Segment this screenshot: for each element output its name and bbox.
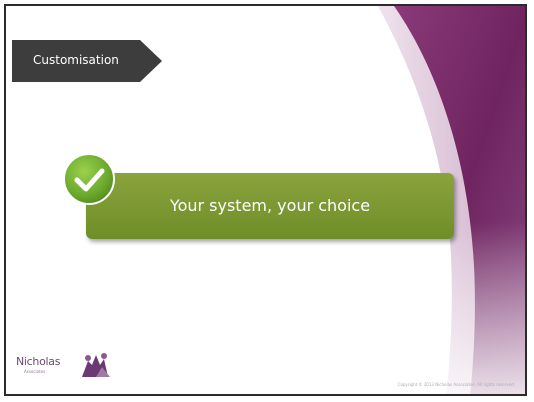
logo-name: Nicholas xyxy=(16,355,61,368)
logo-subtitle: Associates xyxy=(24,369,46,374)
slide: Customisation Your system, your choice N… xyxy=(4,4,527,396)
copyright-text: Copyright © 2013 Nicholas Associates. Al… xyxy=(397,382,515,387)
callout-bar: Your system, your choice xyxy=(86,173,454,239)
callout-text: Your system, your choice xyxy=(169,196,371,215)
checkmark-icon xyxy=(63,153,115,205)
people-logo-icon xyxy=(82,353,110,377)
section-label: Customisation xyxy=(33,53,119,67)
company-logo: Nicholas Associates xyxy=(16,351,126,381)
section-tab: Customisation xyxy=(12,40,162,82)
